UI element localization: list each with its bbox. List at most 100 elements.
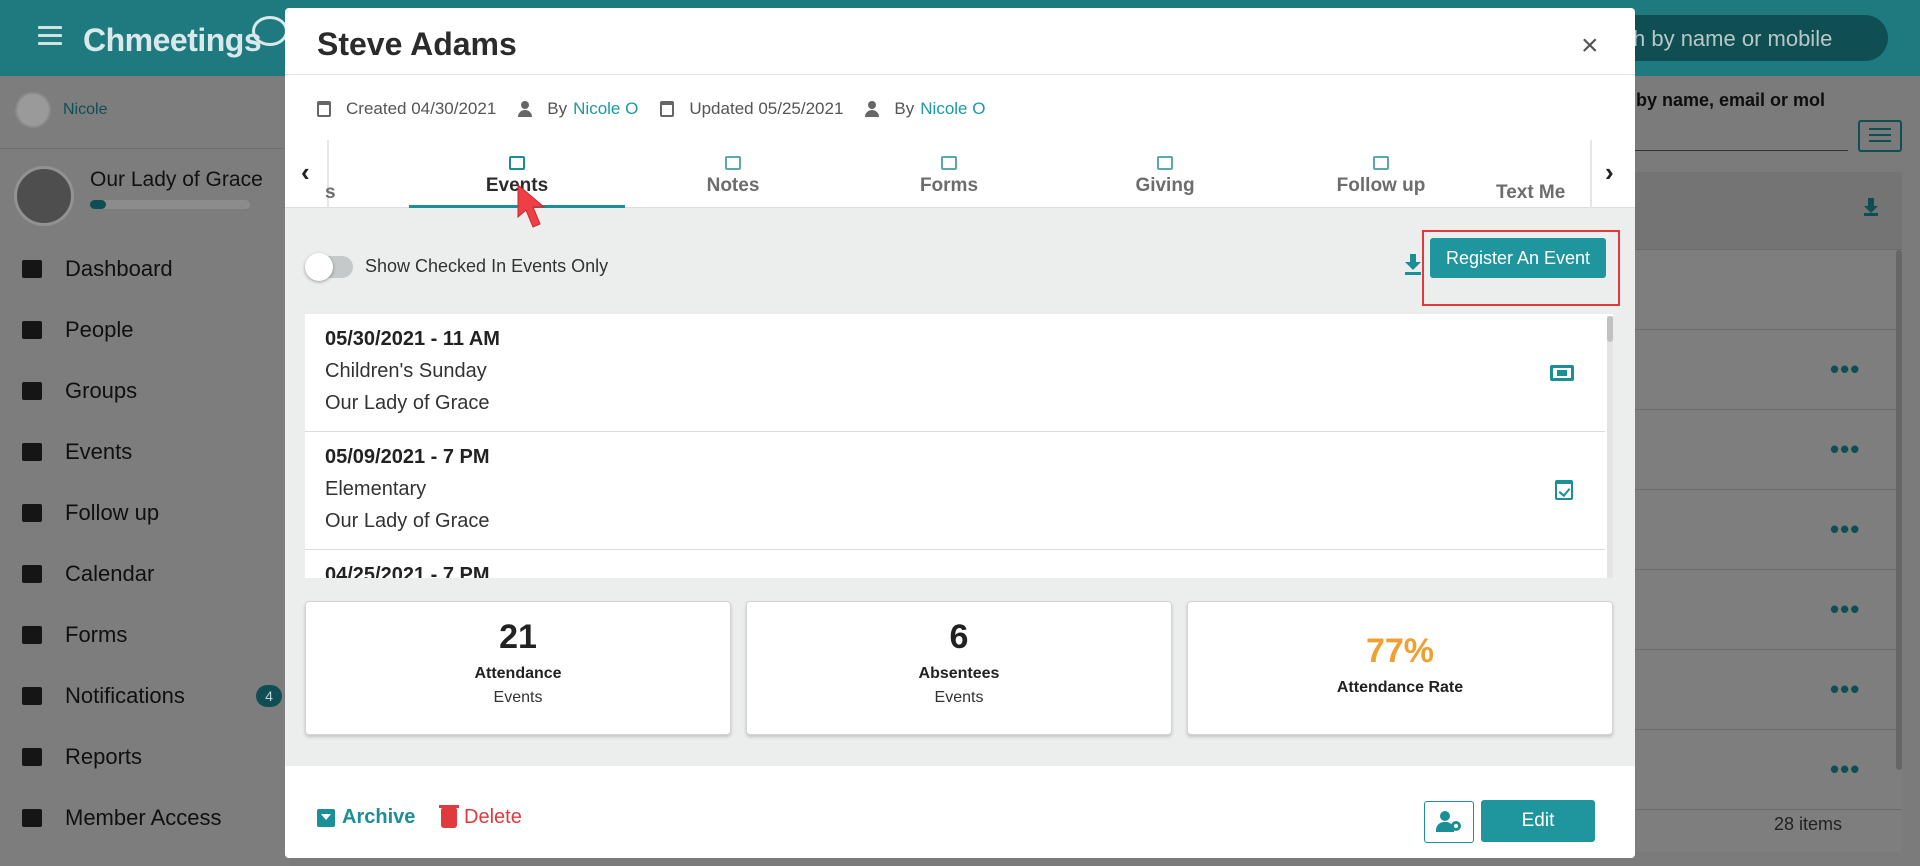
absentees-card: 6 Absentees Events: [746, 601, 1172, 735]
attendance-sub: Events: [493, 689, 543, 706]
hamburger-menu-icon[interactable]: [38, 26, 62, 46]
sidebar-item-label: Reports: [65, 743, 143, 769]
event-date: 05/30/2021 - 11 AM: [325, 328, 500, 350]
filter-button[interactable]: [1858, 120, 1902, 152]
money-icon: [1157, 156, 1173, 170]
list-icon: [22, 625, 42, 644]
sidebar-item-notifications[interactable]: Notifications 4: [0, 665, 290, 726]
event-list-item[interactable]: 05/09/2021 - 7 PM Elementary Our Lady of…: [305, 432, 1605, 550]
record-meta: Created 04/30/2021 By Nicole O Updated 0…: [317, 96, 985, 122]
list-item[interactable]: [1612, 250, 1902, 330]
person-icon: [518, 101, 533, 117]
list-icon: [941, 156, 957, 170]
sidebar-item-reports[interactable]: Reports: [0, 726, 290, 787]
created-by-link[interactable]: Nicole O: [573, 99, 638, 119]
sliders-icon: [1869, 128, 1891, 130]
more-options-icon[interactable]: •••: [1830, 596, 1860, 622]
tab-notes[interactable]: Notes: [625, 140, 841, 208]
download-icon[interactable]: [1864, 198, 1878, 216]
sidebar-item-dashboard[interactable]: Dashboard: [0, 238, 290, 299]
person-detail-modal: Steve Adams × Created 04/30/2021 By Nico…: [285, 8, 1635, 858]
event-list-item[interactable]: 04/25/2021 - 7 PM: [305, 550, 1605, 578]
absentees-sub: Events: [934, 689, 984, 706]
org-switcher[interactable]: Our Lady of Grace: [14, 158, 284, 230]
absentees-count: 6: [949, 618, 969, 656]
tab-forms[interactable]: Forms: [841, 140, 1057, 208]
sidebar-item-follow-up[interactable]: Follow up: [0, 482, 290, 543]
tab-label: Giving: [1135, 175, 1195, 196]
people-search-input[interactable]: [1612, 150, 1848, 151]
created-by-prefix: By: [547, 99, 568, 118]
archive-icon: [317, 808, 335, 827]
bar-chart-icon: [22, 747, 42, 766]
tab-text-message-partial[interactable]: Text Me: [1496, 182, 1586, 204]
tab-partial-left[interactable]: s: [325, 182, 336, 204]
events-tab-panel: Show Checked In Events Only Register An …: [285, 208, 1635, 766]
global-search-placeholder: ch by name or mobile: [1622, 26, 1833, 51]
attendance-label: Attendance: [474, 665, 562, 682]
toggle-knob: [305, 253, 333, 281]
list-item[interactable]: •••: [1612, 490, 1902, 570]
more-options-icon[interactable]: •••: [1830, 516, 1860, 542]
updated-date: Updated 05/25/2021: [689, 99, 844, 118]
tab-follow-up[interactable]: Follow up: [1273, 140, 1489, 208]
user-avatar: [15, 92, 51, 128]
more-options-icon[interactable]: •••: [1830, 356, 1860, 382]
chart-line-icon: [22, 259, 42, 278]
user-menu[interactable]: Nicole: [15, 90, 107, 130]
sidebar-item-forms[interactable]: Forms: [0, 604, 290, 665]
list-item[interactable]: •••: [1612, 330, 1902, 410]
checked-in-only-label: Show Checked In Events Only: [365, 256, 609, 276]
brand-bubble-icon: [252, 16, 288, 46]
list-item[interactable]: •••: [1612, 730, 1902, 810]
delete-button[interactable]: Delete: [439, 804, 522, 829]
users-icon: [22, 381, 42, 400]
event-list: 05/30/2021 - 11 AM Children's Sunday Our…: [305, 314, 1613, 578]
created-date: Created 04/30/2021: [346, 99, 497, 118]
updated-by-link[interactable]: Nicole O: [920, 99, 985, 119]
people-list-header: [1612, 172, 1902, 250]
archive-label: Archive: [342, 806, 416, 828]
calendar-check-icon: [1555, 480, 1573, 500]
event-list-scrollbar[interactable]: [1607, 316, 1613, 578]
sidebar-item-label: Member Access: [65, 804, 222, 830]
calendar-grid-icon: [22, 564, 42, 583]
list-item[interactable]: •••: [1612, 650, 1902, 730]
chevron-left-icon[interactable]: ‹: [301, 159, 310, 185]
sidebar-item-people[interactable]: People: [0, 299, 290, 360]
event-date: 05/09/2021 - 7 PM: [325, 446, 490, 468]
tab-fade-right: [1590, 140, 1592, 208]
checked-in-only-toggle[interactable]: [305, 253, 353, 281]
brand-logo: Chmeetings: [83, 22, 262, 58]
people-search-label: h by name, email or mol: [1620, 90, 1826, 110]
download-icon[interactable]: [1405, 254, 1421, 276]
list-item[interactable]: •••: [1612, 410, 1902, 490]
modal-title: Steve Adams: [317, 26, 517, 62]
list-item[interactable]: •••: [1612, 570, 1902, 650]
event-list-item[interactable]: 05/30/2021 - 11 AM Children's Sunday Our…: [305, 314, 1605, 432]
archive-button[interactable]: Archive: [317, 806, 415, 829]
org-progress-bar: [90, 200, 250, 209]
sidebar-item-calendar[interactable]: Calendar: [0, 543, 290, 604]
trash-icon: [439, 804, 459, 828]
chevron-right-icon[interactable]: ›: [1605, 159, 1614, 185]
event-group: Our Lady of Grace: [325, 510, 490, 532]
sidebar-item-events[interactable]: Events: [0, 421, 290, 482]
sidebar-item-label: Notifications: [65, 682, 185, 708]
more-options-icon[interactable]: •••: [1830, 756, 1860, 782]
page-scrollbar[interactable]: [1896, 250, 1902, 770]
more-options-icon[interactable]: •••: [1830, 436, 1860, 462]
mouse-cursor-icon: [517, 183, 546, 228]
edit-button[interactable]: Edit: [1481, 800, 1595, 842]
user-settings-button[interactable]: [1424, 801, 1474, 843]
person-icon: [865, 101, 880, 117]
tab-giving[interactable]: Giving: [1057, 140, 1273, 208]
sidebar-item-groups[interactable]: Groups: [0, 360, 290, 421]
sidebar-item-member-access[interactable]: Member Access: [0, 787, 290, 848]
scrollbar-thumb[interactable]: [1607, 316, 1613, 342]
close-icon[interactable]: ×: [1581, 31, 1599, 61]
register-event-button[interactable]: Register An Event: [1430, 238, 1606, 278]
more-options-icon[interactable]: •••: [1830, 676, 1860, 702]
calendar-icon: [317, 101, 331, 117]
sidebar: Nicole Our Lady of Grace Dashboard Peopl…: [0, 76, 290, 866]
